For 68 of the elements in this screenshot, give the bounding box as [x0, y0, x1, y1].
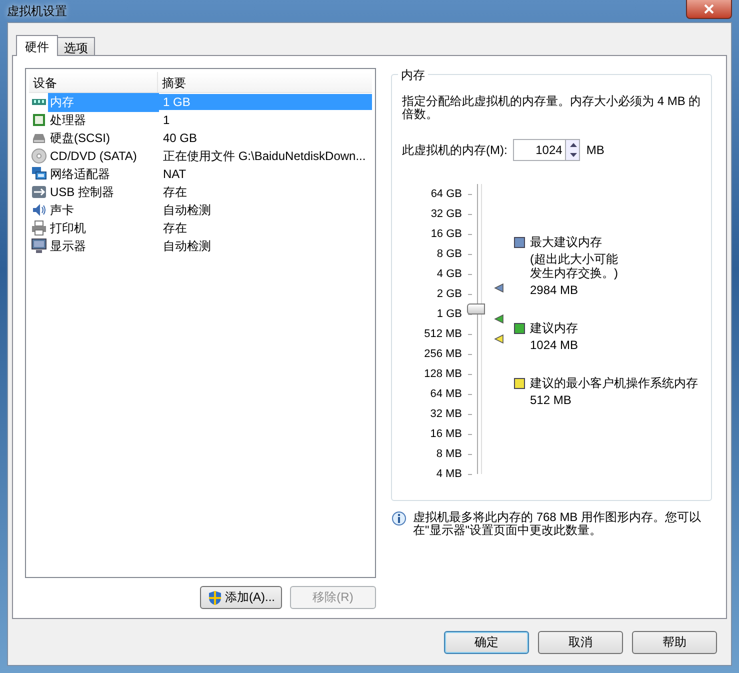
column-header[interactable]: 摘要 [158, 72, 372, 92]
shield-icon [207, 590, 223, 606]
device-summary[interactable]: 存在 [159, 182, 372, 202]
tab[interactable]: 选项 [57, 37, 95, 55]
marker-icon [494, 314, 504, 324]
close-icon [704, 4, 714, 14]
legend-label: 建议的最小客户机操作系统内存 [530, 376, 698, 390]
add-button[interactable]: 添加(A)... [200, 586, 282, 609]
tick-label: 16 MB [430, 428, 462, 440]
device-name[interactable]: 打印机 [48, 218, 159, 238]
device-name[interactable]: 声卡 [48, 200, 159, 220]
legend-note: (超出此大小可能 [530, 252, 619, 266]
tick-label: 128 MB [424, 368, 462, 380]
device-summary[interactable]: 存在 [159, 218, 372, 238]
ok-button[interactable]: 确定 [444, 631, 529, 654]
legend-value: 512 MB [530, 393, 572, 407]
tick-label: 32 GB [430, 208, 462, 220]
spin-buttons[interactable] [565, 139, 580, 161]
tick-label: 8 MB [436, 448, 462, 460]
device-summary[interactable]: NAT [159, 166, 372, 182]
marker-icon [494, 283, 504, 294]
printer-icon [31, 220, 47, 236]
device-summary[interactable]: 自动检测 [159, 200, 372, 220]
tick-label: 64 MB [430, 388, 462, 400]
disc-icon [31, 148, 47, 164]
info-text: 虚拟机最多将此内存的 768 MB 用作图形内存。您可以在"显示器"设置页面中更改此数量。 [413, 511, 702, 537]
device-name[interactable]: 显示器 [48, 236, 159, 256]
tick-label: 512 MB [424, 328, 462, 340]
legend-label: 建议内存 [530, 321, 579, 335]
tick-label: 4 GB [436, 268, 462, 280]
chip-icon [31, 112, 47, 128]
device-name[interactable]: 处理器 [48, 110, 159, 130]
tick-label: 64 GB [430, 188, 462, 200]
tick-label: 8 GB [436, 248, 462, 260]
legend-note: 发生内存交换。) [530, 266, 619, 280]
speaker-icon [31, 202, 47, 218]
device-name[interactable]: USB 控制器 [48, 182, 159, 202]
close-button[interactable] [686, 0, 732, 19]
unit-label: MB [586, 143, 604, 157]
tick-label: 32 MB [430, 408, 462, 420]
device-name[interactable]: 硬盘(SCSI) [48, 128, 159, 148]
device-summary[interactable]: 40 GB [159, 130, 372, 146]
device-summary[interactable]: 自动检测 [159, 236, 372, 256]
legend-value: 2984 MB [530, 283, 580, 297]
slider-thumb[interactable] [467, 304, 485, 315]
device-name[interactable]: CD/DVD (SATA) [48, 148, 159, 164]
tick-label: 2 GB [436, 288, 462, 300]
tick-label: 256 MB [424, 348, 462, 360]
window-title: 虚拟机设置 [7, 2, 67, 20]
legend-label: 最大建议内存 [530, 235, 603, 249]
memory-label: 此虚拟机的内存(M): [402, 142, 508, 158]
column-header[interactable]: 设备 [29, 72, 158, 92]
memory-field[interactable]: 1024 [513, 139, 566, 161]
monitor-icon [31, 238, 47, 254]
cancel-button[interactable]: 取消 [538, 631, 623, 654]
network-icon [31, 166, 47, 182]
memory-description: 指定分配给此虚拟机的内存量。内存大小必须为 4 MB 的倍数。 [402, 95, 701, 121]
tick-label: 4 MB [436, 468, 462, 480]
tick-label: 1 GB [436, 308, 462, 320]
marker-icon [494, 334, 504, 344]
device-name[interactable]: 网络适配器 [48, 164, 159, 184]
tab[interactable]: 硬件 [16, 35, 58, 56]
device-summary[interactable]: 正在使用文件 G:\BaiduNetdiskDown... [159, 146, 372, 166]
tick-label: 16 GB [430, 228, 462, 240]
help-button[interactable]: 帮助 [632, 631, 717, 654]
legend-value: 1024 MB [530, 338, 580, 352]
info-icon [391, 511, 407, 527]
device-summary[interactable]: 1 [159, 112, 372, 128]
